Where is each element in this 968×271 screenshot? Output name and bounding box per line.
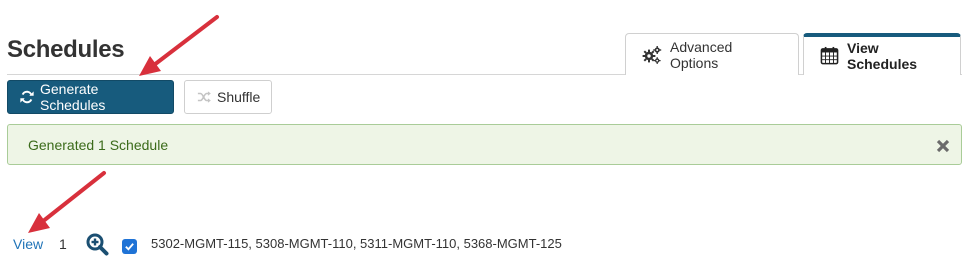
tab-view-schedules[interactable]: View Schedules (803, 33, 961, 75)
generate-schedules-label: Generate Schedules (40, 81, 106, 113)
success-alert: Generated 1 Schedule (7, 124, 962, 165)
calendar-icon (820, 46, 839, 66)
generate-schedules-button[interactable]: Generate Schedules (7, 80, 174, 114)
tab-view-schedules-label: View Schedules (847, 40, 918, 72)
alert-message: Generated 1 Schedule (28, 137, 169, 153)
view-schedule-link[interactable]: View (13, 236, 43, 252)
schedule-row: View 1 5302-MGMT-115, 5308-MGMT-110, 531… (0, 228, 968, 258)
shuffle-label: Shuffle (217, 89, 261, 105)
shuffle-icon (197, 90, 211, 104)
schedule-checkbox[interactable] (122, 239, 137, 254)
gears-icon (642, 45, 662, 65)
checkmark-icon (125, 243, 134, 251)
schedule-index: 1 (59, 236, 67, 252)
schedule-sections: 5302-MGMT-115, 5308-MGMT-110, 5311-MGMT-… (151, 236, 562, 251)
shuffle-button[interactable]: Shuffle (184, 80, 272, 114)
close-icon[interactable] (936, 139, 950, 153)
page-title: Schedules (7, 36, 125, 63)
refresh-icon (20, 90, 34, 104)
zoom-in-icon[interactable] (85, 232, 109, 256)
tab-advanced-options[interactable]: Advanced Options (625, 33, 799, 75)
tab-advanced-options-label: Advanced Options (670, 38, 733, 71)
